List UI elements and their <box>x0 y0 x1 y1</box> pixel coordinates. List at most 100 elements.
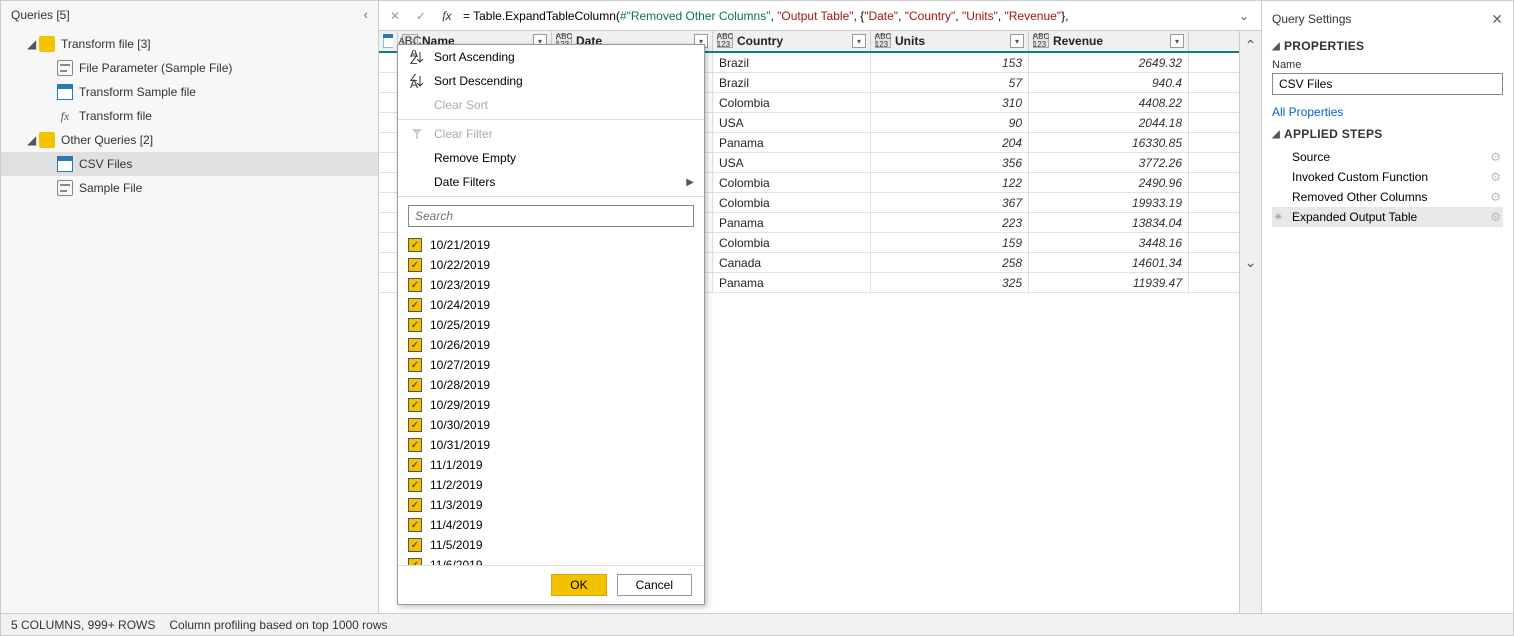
filter-value[interactable]: 11/4/2019 <box>408 515 700 535</box>
sort-ascending[interactable]: AZ Sort Ascending <box>398 45 704 69</box>
checkbox-icon[interactable] <box>408 418 422 432</box>
query-csv-files[interactable]: CSV Files <box>1 152 378 176</box>
scroll-down-icon[interactable]: ⌄ <box>1245 254 1257 271</box>
filter-search-input[interactable] <box>408 205 694 227</box>
filter-values-list[interactable]: 10/21/201910/22/201910/23/201910/24/2019… <box>408 235 700 565</box>
filter-value[interactable]: 10/24/2019 <box>408 295 700 315</box>
all-properties-link[interactable]: All Properties <box>1272 105 1503 119</box>
filter-value[interactable]: 11/2/2019 <box>408 475 700 495</box>
filter-value[interactable]: 10/23/2019 <box>408 275 700 295</box>
cell-revenue: 2649.32 <box>1029 53 1189 72</box>
caret-icon[interactable]: ◢ <box>1272 129 1280 140</box>
filter-value-label: 10/31/2019 <box>430 438 490 452</box>
step-invoked-custom-function[interactable]: Invoked Custom Function⚙ <box>1272 167 1503 187</box>
checkbox-icon[interactable] <box>408 338 422 352</box>
checkbox-icon[interactable] <box>408 278 422 292</box>
filter-value-label: 10/29/2019 <box>430 398 490 412</box>
column-header-revenue[interactable]: ABC123Revenue▾ <box>1029 31 1189 51</box>
query-sample-file[interactable]: Sample File <box>1 176 378 200</box>
step-label: Expanded Output Table <box>1292 210 1417 224</box>
cancel-button[interactable]: Cancel <box>617 574 692 596</box>
expand-formula-icon[interactable]: ⌄ <box>1233 9 1255 23</box>
filter-value[interactable]: 10/28/2019 <box>408 375 700 395</box>
cell-revenue: 13834.04 <box>1029 213 1189 232</box>
filter-value[interactable]: 10/22/2019 <box>408 255 700 275</box>
sort-asc-label: Sort Ascending <box>434 50 515 64</box>
filter-value[interactable]: 10/31/2019 <box>408 435 700 455</box>
filter-dropdown-icon[interactable]: ▾ <box>852 34 866 48</box>
filter-value[interactable]: 10/21/2019 <box>408 235 700 255</box>
filter-value[interactable]: 10/27/2019 <box>408 355 700 375</box>
gear-icon[interactable]: ⚙ <box>1490 170 1501 184</box>
filter-value-label: 10/25/2019 <box>430 318 490 332</box>
ok-button[interactable]: OK <box>551 574 606 596</box>
filter-value[interactable]: 10/29/2019 <box>408 395 700 415</box>
type-icon[interactable]: ABC123 <box>717 34 733 48</box>
checkbox-icon[interactable] <box>408 458 422 472</box>
column-header-units[interactable]: ABC123Units▾ <box>871 31 1029 51</box>
filter-value[interactable]: 10/30/2019 <box>408 415 700 435</box>
filter-value[interactable]: 11/3/2019 <box>408 495 700 515</box>
table-icon <box>57 156 73 172</box>
cell-country: Brazil <box>713 73 871 92</box>
fx-icon[interactable]: fx <box>437 6 457 26</box>
step-source[interactable]: Source⚙ <box>1272 147 1503 167</box>
svg-text:A: A <box>410 77 418 88</box>
cell-revenue: 3772.26 <box>1029 153 1189 172</box>
step-expanded-output-table[interactable]: ✳ Expanded Output Table ⚙ <box>1272 207 1503 227</box>
filter-value[interactable]: 11/5/2019 <box>408 535 700 555</box>
checkbox-icon[interactable] <box>408 398 422 412</box>
filter-dropdown-icon[interactable]: ▾ <box>1010 34 1024 48</box>
folder-transform-file-3-[interactable]: ◢Transform file [3] <box>1 32 378 56</box>
checkbox-icon[interactable] <box>408 538 422 552</box>
formula-text[interactable]: = Table.ExpandTableColumn(#"Removed Othe… <box>463 9 1227 23</box>
type-icon[interactable]: ABC123 <box>1033 34 1049 48</box>
sort-descending[interactable]: ZA Sort Descending <box>398 69 704 93</box>
queries-tree: ◢Transform file [3]File Parameter (Sampl… <box>1 28 378 613</box>
checkbox-icon[interactable] <box>408 238 422 252</box>
gear-icon[interactable]: ⚙ <box>1490 210 1501 224</box>
query-transform-file[interactable]: fxTransform file <box>1 104 378 128</box>
cell-units: 204 <box>871 133 1029 152</box>
collapse-queries-icon[interactable]: ‹ <box>364 7 368 22</box>
column-header-country[interactable]: ABC123Country▾ <box>713 31 871 51</box>
filter-value[interactable]: 11/6/2019 <box>408 555 700 565</box>
gear-icon[interactable]: ⚙ <box>1490 190 1501 204</box>
cancel-formula-icon[interactable]: ✕ <box>385 6 405 26</box>
filter-value-label: 11/4/2019 <box>430 518 483 532</box>
folder-other-queries-2-[interactable]: ◢Other Queries [2] <box>1 128 378 152</box>
close-settings-icon[interactable]: ✕ <box>1491 11 1503 28</box>
commit-formula-icon[interactable]: ✓ <box>411 6 431 26</box>
cell-country: Panama <box>713 273 871 292</box>
caret-icon[interactable]: ◢ <box>1272 41 1280 52</box>
cell-units: 90 <box>871 113 1029 132</box>
table-icon-header[interactable] <box>379 31 398 51</box>
step-removed-other-columns[interactable]: Removed Other Columns⚙ <box>1272 187 1503 207</box>
checkbox-icon[interactable] <box>408 498 422 512</box>
checkbox-icon[interactable] <box>408 558 422 565</box>
cell-country: USA <box>713 153 871 172</box>
type-icon[interactable]: ABC123 <box>875 34 891 48</box>
remove-empty[interactable]: Remove Empty <box>398 146 704 170</box>
vertical-scrollbar[interactable]: ⌃ ⌄ <box>1239 31 1261 613</box>
checkbox-icon[interactable] <box>408 298 422 312</box>
filter-value[interactable]: 10/25/2019 <box>408 315 700 335</box>
query-file-parameter-sample-file-[interactable]: File Parameter (Sample File) <box>1 56 378 80</box>
date-filters[interactable]: Date Filters ▶ <box>398 170 704 194</box>
checkbox-icon[interactable] <box>408 518 422 532</box>
filter-value[interactable]: 10/26/2019 <box>408 335 700 355</box>
filter-dropdown-icon[interactable]: ▾ <box>1170 34 1184 48</box>
checkbox-icon[interactable] <box>408 358 422 372</box>
query-name-input[interactable] <box>1272 73 1503 95</box>
checkbox-icon[interactable] <box>408 318 422 332</box>
cell-country: Colombia <box>713 173 871 192</box>
checkbox-icon[interactable] <box>408 378 422 392</box>
gear-icon[interactable]: ⚙ <box>1490 150 1501 164</box>
filter-value[interactable]: 11/1/2019 <box>408 455 700 475</box>
checkbox-icon[interactable] <box>408 478 422 492</box>
query-transform-sample-file[interactable]: Transform Sample file <box>1 80 378 104</box>
step-marker-icon: ✳ <box>1274 212 1282 223</box>
scroll-up-icon[interactable]: ⌃ <box>1245 37 1257 54</box>
checkbox-icon[interactable] <box>408 258 422 272</box>
checkbox-icon[interactable] <box>408 438 422 452</box>
